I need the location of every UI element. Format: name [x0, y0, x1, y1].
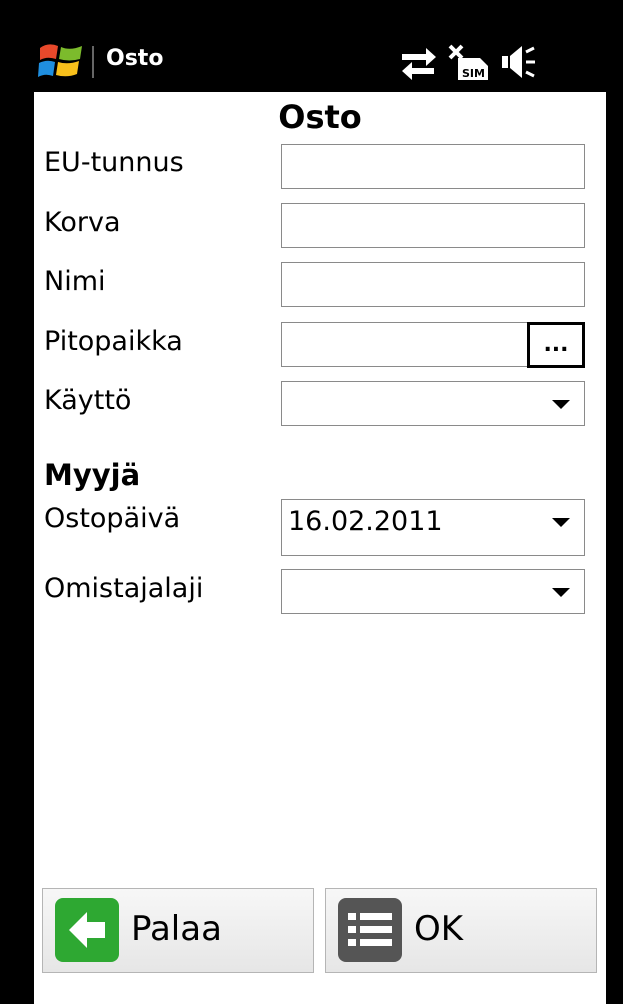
- myyja-section-heading: Myyjä: [44, 458, 141, 492]
- omistajalaji-dropdown[interactable]: [281, 569, 585, 614]
- chevron-down-icon: [552, 588, 570, 597]
- back-button-label: Palaa: [131, 909, 222, 949]
- kaytto-dropdown[interactable]: [281, 381, 585, 426]
- pitopaikka-field[interactable]: ...: [281, 322, 585, 368]
- eu-tunnus-label: EU-tunnus: [44, 147, 184, 178]
- form-heading: Osto: [278, 98, 362, 136]
- ostopaiva-dropdown[interactable]: 16.02.2011: [281, 499, 585, 556]
- ok-button[interactable]: OK: [325, 888, 597, 973]
- title-separator: [92, 46, 94, 78]
- ostopaiva-value: 16.02.2011: [288, 506, 443, 537]
- eu-tunnus-field[interactable]: [281, 144, 585, 189]
- form-panel: Osto EU-tunnus Korva Nimi Pitopaikka ...…: [34, 92, 606, 1004]
- title-bar: Osto SIM: [0, 0, 623, 92]
- nimi-field[interactable]: [281, 262, 585, 307]
- app-title: Osto: [106, 46, 164, 71]
- korva-label: Korva: [44, 207, 121, 238]
- back-button[interactable]: Palaa: [42, 888, 314, 973]
- ok-button-label: OK: [414, 909, 464, 949]
- windows-logo-icon[interactable]: [38, 40, 84, 82]
- chevron-down-icon: [552, 400, 570, 409]
- chevron-down-icon: [552, 518, 570, 527]
- kaytto-label: Käyttö: [44, 385, 132, 416]
- list-icon: [338, 898, 402, 962]
- svg-text:SIM: SIM: [462, 67, 485, 80]
- ostopaiva-label: Ostopäivä: [44, 503, 181, 534]
- connectivity-icon[interactable]: [398, 44, 438, 80]
- omistajalaji-label: Omistajalaji: [44, 573, 204, 604]
- speaker-icon[interactable]: [500, 44, 536, 80]
- no-sim-icon[interactable]: SIM: [448, 44, 492, 80]
- korva-field[interactable]: [281, 203, 585, 248]
- nimi-label: Nimi: [44, 266, 106, 297]
- back-arrow-icon: [55, 898, 119, 962]
- pitopaikka-browse-button[interactable]: ...: [527, 322, 585, 368]
- pitopaikka-label: Pitopaikka: [44, 326, 183, 357]
